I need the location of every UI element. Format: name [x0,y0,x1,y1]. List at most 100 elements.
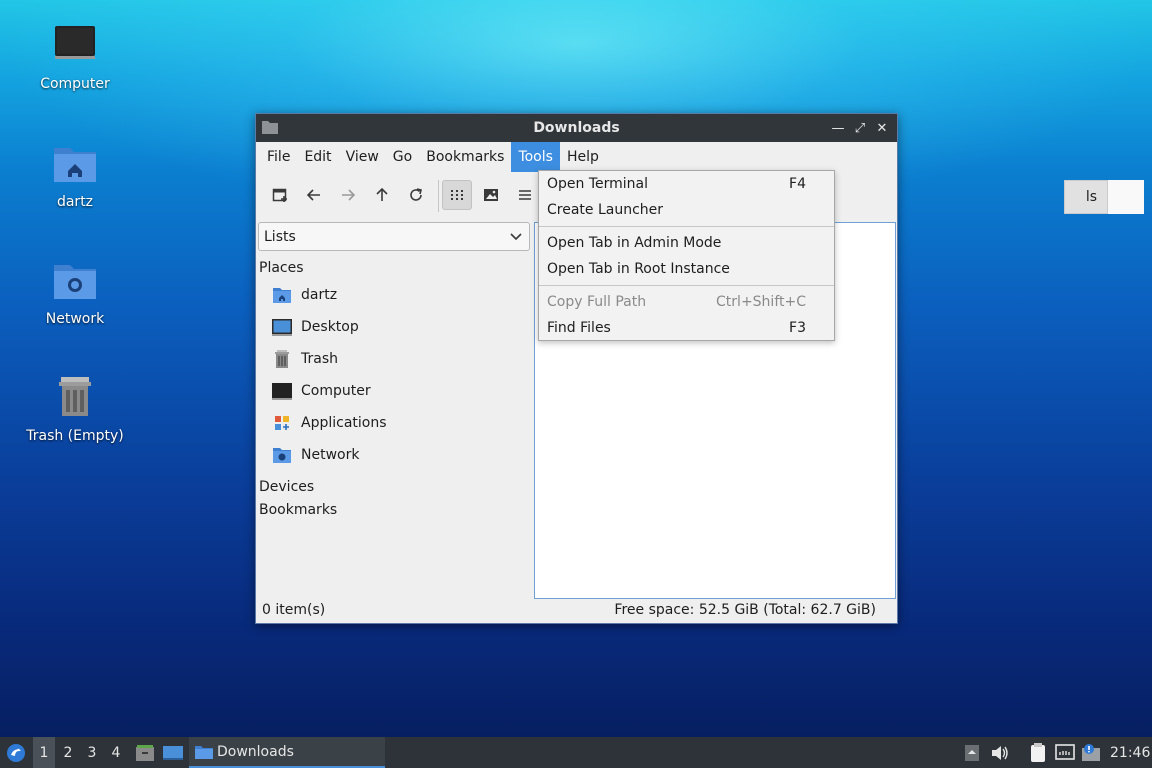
path-bar-fragment[interactable]: ls [1064,180,1144,214]
menu-separator [539,285,834,286]
menu-go[interactable]: Go [386,142,419,172]
network-icon[interactable] [1054,737,1076,768]
minimize-icon[interactable]: — [829,119,847,137]
workspace-2[interactable]: 2 [57,737,79,768]
menu-item-find-files[interactable]: Find Files F3 [539,315,834,341]
menu-tools[interactable]: Tools [511,142,560,172]
free-space: Free space: 52.5 GiB (Total: 62.7 GiB) [614,602,876,618]
statusbar: 0 item(s) Free space: 52.5 GiB (Total: 6… [256,598,897,623]
menu-item-open-tab-root[interactable]: Open Tab in Root Instance [539,256,834,282]
desktop-icon-label: Network [45,311,105,327]
thumbnail-view-icon[interactable] [476,180,506,210]
sidebar-item-computer[interactable]: Computer [256,375,532,407]
tools-menu: Open Terminal F4 Create Launcher Open Ta… [538,170,835,341]
menu-item-label: Copy Full Path [547,294,647,310]
menu-item-create-launcher[interactable]: Create Launcher [539,197,834,223]
desktop-icon-trash[interactable]: Trash (Empty) [15,374,135,444]
menu-item-label: Open Tab in Admin Mode [547,235,722,251]
sidebar-section-bookmarks[interactable]: Bookmarks [256,498,532,521]
close-icon[interactable]: ✕ [873,119,891,137]
applications-icon [272,413,292,433]
network-folder-icon [272,445,292,465]
network-folder-icon [51,257,99,305]
menu-item-label: Open Tab in Root Instance [547,261,730,277]
sidebar-item-label: Desktop [301,319,359,335]
desktop-icon-network[interactable]: Network [15,257,135,327]
sidebar-item-trash[interactable]: Trash [256,343,532,375]
sidebar-item-applications[interactable]: Applications [256,407,532,439]
new-tab-icon[interactable] [265,180,295,210]
clock[interactable]: 21:46 [1110,737,1150,768]
notification-icon[interactable] [1080,737,1102,768]
sidebar-item-label: Trash [301,351,338,367]
menu-item-label: Open Terminal [547,176,649,192]
computer-icon [272,381,292,401]
back-arrow-icon[interactable] [299,180,329,210]
volume-icon[interactable] [990,737,1010,768]
desktop-icon-home[interactable]: dartz [15,140,135,210]
start-menu-icon[interactable] [4,737,28,768]
menu-file[interactable]: File [260,142,297,172]
menu-view[interactable]: View [339,142,386,172]
window-title: Downloads [533,120,620,136]
menu-help[interactable]: Help [560,142,606,172]
workspace-3[interactable]: 3 [81,737,103,768]
workspace-4[interactable]: 4 [105,737,127,768]
sidebar-section-places[interactable]: Places [256,256,532,279]
toolbar-separator [438,180,439,212]
desktop-icon-computer[interactable]: Computer [15,22,135,92]
icon-view-icon[interactable] [442,180,472,210]
desktop-icon-label: Computer [40,76,110,92]
menubar: File Edit View Go Bookmarks Tools Help [256,142,897,172]
sidebar-item-desktop[interactable]: Desktop [256,311,532,343]
side-pane-mode-value: Lists [264,228,296,245]
task-label: Downloads [217,743,294,760]
up-arrow-icon[interactable] [367,180,397,210]
path-button-downloads[interactable]: ls [1064,180,1108,214]
home-folder-icon [51,140,99,188]
menu-item-open-tab-admin[interactable]: Open Tab in Admin Mode [539,230,834,256]
chevron-down-icon [509,229,523,243]
menu-item-label: Find Files [547,320,611,336]
desktop-icon-label: dartz [56,194,94,210]
forward-arrow-icon[interactable] [333,180,363,210]
home-folder-icon [272,285,292,305]
sidebar-item-label: Network [301,447,360,463]
menu-item-shortcut: F3 [789,320,806,336]
menu-item-label: Create Launcher [547,202,664,218]
desktop-icon-label: Trash (Empty) [26,428,124,444]
list-view-icon[interactable] [510,180,540,210]
sidebar: Places dartz Desktop Trash Computer Appl… [256,256,532,521]
folder-icon [195,744,213,760]
sidebar-item-home[interactable]: dartz [256,279,532,311]
folder-icon [262,120,278,134]
menu-item-open-terminal[interactable]: Open Terminal F4 [539,171,834,197]
trash-icon [272,349,292,369]
trash-icon [51,374,99,422]
sidebar-item-label: dartz [301,287,338,303]
computer-icon [51,22,99,70]
show-desktop-icon[interactable] [162,737,184,768]
taskbar: 1 2 3 4 Downloads 21:46 [0,737,1152,768]
side-pane-mode-select[interactable]: Lists [258,222,530,251]
menu-bookmarks[interactable]: Bookmarks [419,142,511,172]
menu-edit[interactable]: Edit [297,142,338,172]
desktop-icon [272,317,292,337]
menu-item-copy-full-path: Copy Full Path Ctrl+Shift+C [539,289,834,315]
task-button-downloads[interactable]: Downloads [189,737,385,768]
sidebar-section-devices[interactable]: Devices [256,475,532,498]
menu-separator [539,226,834,227]
sidebar-item-network[interactable]: Network [256,439,532,471]
item-count: 0 item(s) [262,602,326,618]
file-manager-launcher-icon[interactable] [134,737,156,768]
reload-icon[interactable] [401,180,431,210]
workspace-1[interactable]: 1 [33,737,55,768]
window-titlebar[interactable]: Downloads — ⤢ ✕ [256,114,897,142]
sidebar-item-label: Computer [301,383,371,399]
clipboard-icon[interactable] [1027,737,1049,768]
menu-item-shortcut: F4 [789,176,806,192]
sidebar-item-label: Applications [301,415,387,431]
tray-expand-icon[interactable] [963,737,981,768]
menu-item-shortcut: Ctrl+Shift+C [716,294,806,310]
maximize-icon[interactable]: ⤢ [851,119,869,137]
